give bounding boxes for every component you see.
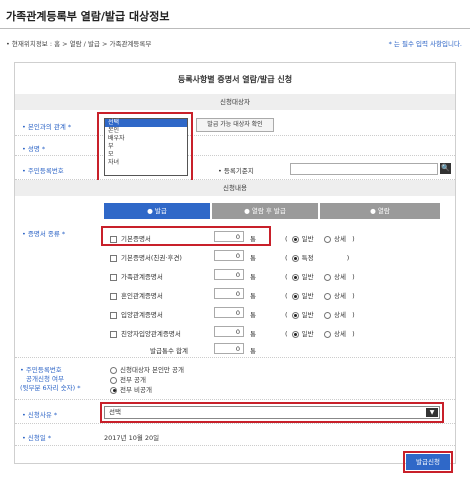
tab-view-then-issue[interactable]: ● 열람 후 발급 xyxy=(212,203,318,219)
total-label: 발급통수 합계 xyxy=(150,347,188,355)
tab-issue[interactable]: ● 발급 xyxy=(104,203,210,219)
rrn-radio[interactable] xyxy=(110,366,117,374)
date-row xyxy=(15,424,455,446)
opt2-label: 상세 xyxy=(333,311,346,319)
required-note: * 는 필수 입력 사항입니다. xyxy=(388,40,462,48)
doc-unit: 통 xyxy=(250,330,256,338)
doc-unit: 통 xyxy=(250,292,256,300)
doc-options: ( 일반 상세 ) xyxy=(285,292,355,300)
opt1-radio[interactable] xyxy=(291,292,299,300)
opt1-label: 일반 xyxy=(301,330,314,338)
opt2-radio[interactable] xyxy=(323,235,331,243)
opt1-radio[interactable] xyxy=(291,273,299,281)
doc-checkbox[interactable] xyxy=(110,292,117,300)
doc-qty[interactable]: 0 xyxy=(214,307,244,318)
opt2-radio[interactable] xyxy=(323,311,331,319)
doc-checkbox[interactable] xyxy=(110,273,117,281)
doc-checkbox[interactable] xyxy=(110,311,117,319)
opt1-radio[interactable] xyxy=(291,330,299,338)
section-applicant: 신청대상자 xyxy=(15,94,455,110)
rrn-option: 신청대상자 본인만 공개 xyxy=(110,364,184,374)
opt2-radio[interactable] xyxy=(323,330,331,338)
doc-options: ( 일반 상세 ) xyxy=(285,235,355,243)
title-divider xyxy=(0,28,470,29)
search-icon[interactable]: 🔍 xyxy=(440,163,451,174)
doc-unit: 통 xyxy=(250,273,256,281)
opt1-label: 일반 xyxy=(301,273,314,281)
doc-name: 혼인관계증명서 xyxy=(121,292,163,300)
doc-item: 혼인관계증명서 xyxy=(110,290,163,300)
regplace-input[interactable] xyxy=(290,163,438,175)
opt2-label: 상세 xyxy=(333,235,346,243)
opt1-label: 일반 xyxy=(301,311,314,319)
page-title: 가족관계등록부 열람/발급 대상정보 xyxy=(6,10,170,23)
rrn-option-label: 전부 비공개 xyxy=(120,386,152,394)
name-label: • 성명 * xyxy=(22,145,46,153)
doc-item: 친양자입양관계증명서 xyxy=(110,328,181,338)
doc-options: ( 일반 상세 ) xyxy=(285,273,355,281)
doc-options: ( 일반 상세 ) xyxy=(285,311,355,319)
highlight-submit xyxy=(403,451,453,473)
opt2-label: 상세 xyxy=(333,273,346,281)
doc-name: 가족관계증명서 xyxy=(121,273,163,281)
date-value: 2017년 10월 20일 xyxy=(104,434,160,442)
rrn-option-label: 신청대상자 본인만 공개 xyxy=(120,366,184,374)
highlight-reason xyxy=(100,402,444,423)
doc-unit: 통 xyxy=(250,311,256,319)
total-qty: 0 xyxy=(214,343,244,354)
rrn-radio[interactable] xyxy=(110,386,117,394)
opt2-label: 상세 xyxy=(333,292,346,300)
section-content: 신청내용 xyxy=(15,180,455,196)
doc-name: 기본증명서(친권·후견) xyxy=(121,254,182,262)
doc-options: ( 일반 상세 ) xyxy=(285,330,355,338)
highlight-doc xyxy=(101,226,271,246)
rrn-option-label: 전부 공개 xyxy=(120,376,146,384)
rrn-disclose-label: (뒷부분 6자리 숫자) * xyxy=(20,384,81,392)
regplace-label: • 등록기준지 xyxy=(218,167,254,175)
highlight-relation xyxy=(97,112,193,186)
doc-checkbox[interactable] xyxy=(110,330,117,338)
doc-qty[interactable]: 0 xyxy=(214,269,244,280)
doc-checkbox[interactable] xyxy=(110,254,117,262)
rrn-option: 전부 공개 xyxy=(110,374,146,384)
form-title: 등록사항별 증명서 열람/발급 신청 xyxy=(177,75,293,84)
opt1-radio[interactable] xyxy=(291,235,299,243)
doc-item: 기본증명서(친권·후견) xyxy=(110,252,182,262)
opt1-label: 일반 xyxy=(301,235,314,243)
opt1-label: 특정 xyxy=(301,254,314,262)
doc-name: 입양관계증명서 xyxy=(121,311,163,319)
tab-view[interactable]: ● 열람 xyxy=(320,203,440,219)
check-eligible-button[interactable]: 발급 가능 대상자 확인 xyxy=(196,118,274,132)
breadcrumb: • 현재위치정보 : 홈 > 열람 / 발급 > 가족관계등록부 xyxy=(6,40,152,48)
doc-unit: 통 xyxy=(250,254,256,262)
opt1-radio[interactable] xyxy=(291,254,299,262)
doc-qty[interactable]: 0 xyxy=(214,288,244,299)
rrn-radio[interactable] xyxy=(110,376,117,384)
doc-qty[interactable]: 0 xyxy=(214,326,244,337)
doc-options: ( 특정 ) xyxy=(285,254,350,262)
rrn-disclose-row xyxy=(15,358,455,400)
total-unit: 통 xyxy=(250,347,256,355)
opt1-label: 일반 xyxy=(301,292,314,300)
name-row xyxy=(15,136,455,156)
rrn-label: • 주민등록번호 xyxy=(22,167,64,175)
date-label: • 신청일 * xyxy=(22,434,52,442)
doc-name: 친양자입양관계증명서 xyxy=(121,330,181,338)
opt2-label: 상세 xyxy=(333,330,346,338)
reason-label: • 신청사유 * xyxy=(22,411,58,419)
doc-item: 가족관계증명서 xyxy=(110,271,163,281)
relation-label: • 본인과의 관계 * xyxy=(22,123,72,131)
doc-qty[interactable]: 0 xyxy=(214,250,244,261)
rrn-option: 전부 비공개 xyxy=(110,384,152,394)
opt1-radio[interactable] xyxy=(291,311,299,319)
opt2-radio[interactable] xyxy=(323,273,331,281)
doc-type-label: • 증명서 종류 * xyxy=(22,230,66,238)
doc-item: 입양관계증명서 xyxy=(110,309,163,319)
opt2-radio[interactable] xyxy=(323,292,331,300)
